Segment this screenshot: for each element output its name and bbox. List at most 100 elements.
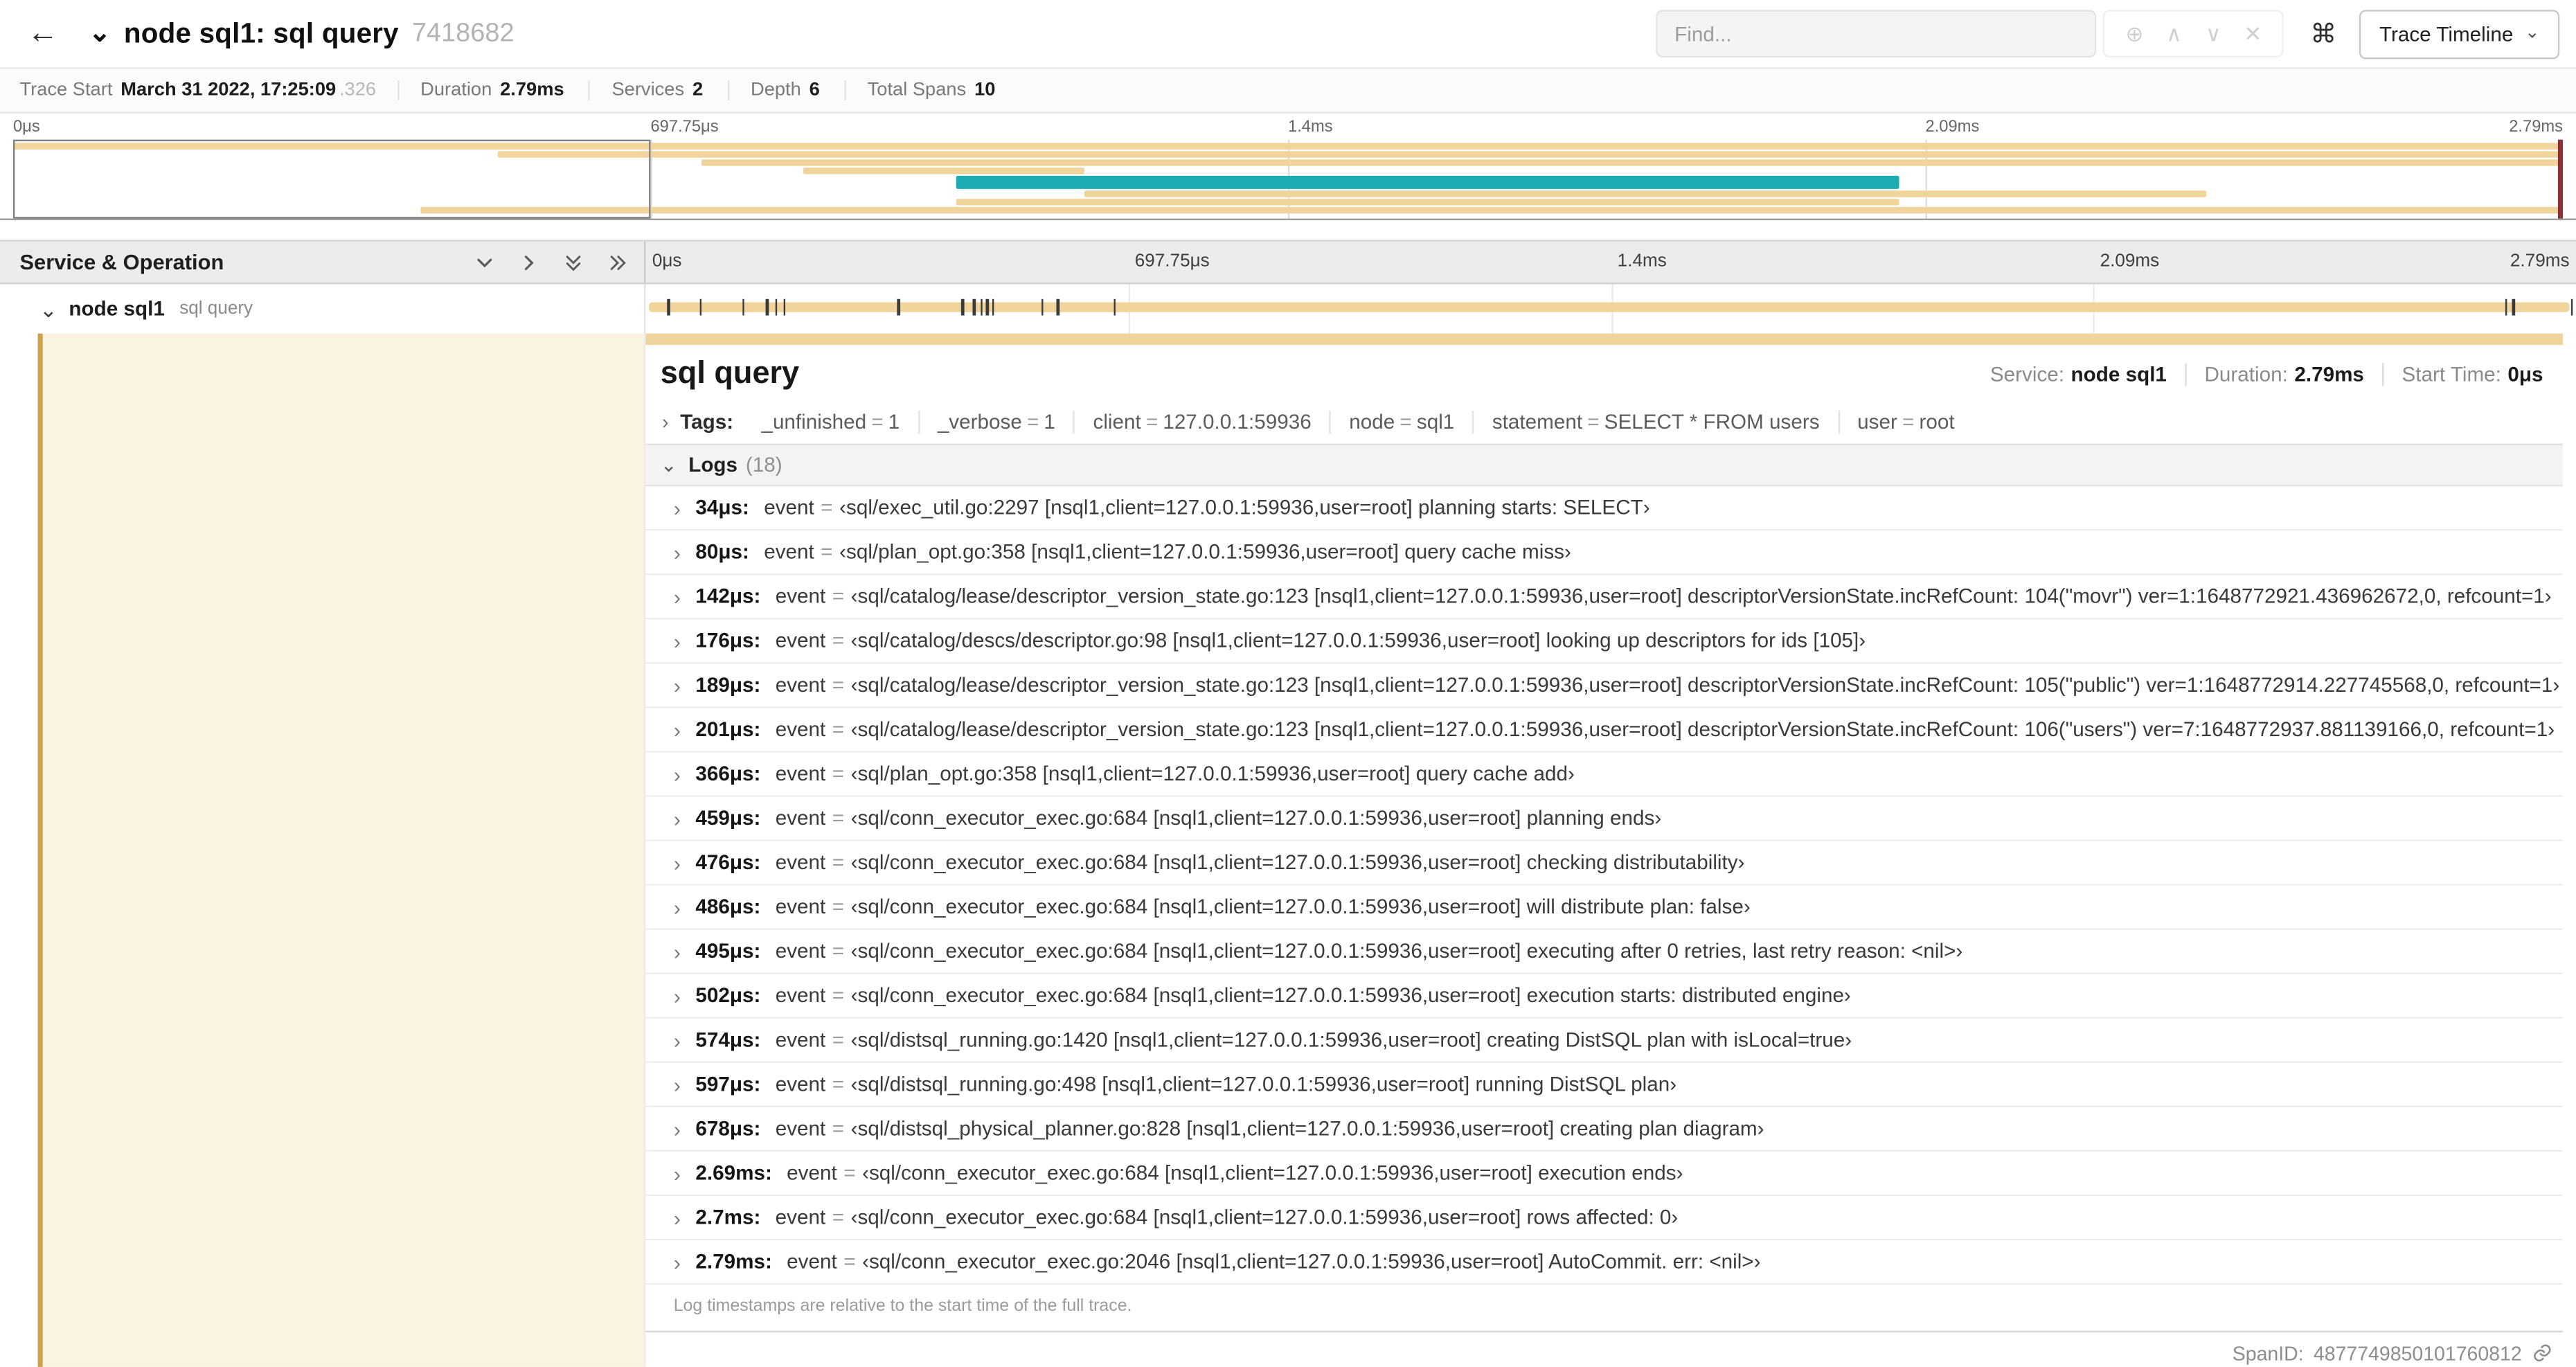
minimap[interactable]	[12, 139, 2564, 219]
span-detail-column: sql query Service: node sql1 Duration: 2.79…	[645, 333, 2576, 1367]
chevron-right-icon: ›	[673, 938, 681, 964]
minimap-span	[956, 175, 1900, 189]
log-entry[interactable]: › 574μs: event = ‹sql/distsql_running.go…	[645, 1019, 2564, 1063]
equals-sign: =	[1145, 411, 1159, 434]
span-meta-item: Service: node sql1	[1989, 363, 2167, 386]
tag-item: _verbose = 1	[918, 411, 1073, 434]
log-entry[interactable]: › 142μs: event = ‹sql/catalog/lease/desc…	[645, 575, 2564, 620]
chevron-right-icon: ›	[673, 1161, 681, 1186]
logs-title: Logs	[688, 453, 738, 477]
span-log-tick	[961, 298, 965, 316]
span-meta-item: Start Time: 0μs	[2382, 363, 2546, 386]
service-operation-title: Service & Operation	[19, 249, 224, 275]
span-service-name: node sql1	[69, 297, 165, 321]
span-bar[interactable]	[649, 302, 2570, 312]
log-entry[interactable]: › 502μs: event = ‹sql/conn_executor_exec…	[645, 974, 2564, 1019]
logs-toggle[interactable]: ⌄ Logs (18)	[645, 443, 2564, 487]
chevron-right-icon: ›	[673, 850, 681, 875]
log-entry[interactable]: › 597μs: event = ‹sql/distsql_running.go…	[645, 1063, 2564, 1108]
log-field-key: event	[787, 1161, 837, 1185]
log-entry[interactable]: › 34μs: event = ‹sql/exec_util.go:2297 […	[645, 486, 2564, 531]
span-log-tick	[973, 298, 976, 316]
span-name-cell[interactable]: ⌄ node sql1 sql query	[0, 284, 646, 334]
chevron-down-icon: ⌄	[89, 19, 111, 47]
timeline-tick-label: 2.79ms	[2510, 251, 2570, 271]
span-log-tick	[765, 298, 769, 316]
log-entry[interactable]: › 459μs: event = ‹sql/conn_executor_exec…	[645, 797, 2564, 841]
minimap-scrubber[interactable]	[2557, 139, 2564, 219]
span-detail-card: sql query Service: node sql1 Duration: 2.79…	[645, 345, 2564, 1333]
find-input[interactable]	[1656, 10, 2097, 58]
span-log-tick	[991, 298, 994, 316]
log-field-value: ‹sql/distsql_running.go:498 [nsql1,clien…	[850, 1073, 1677, 1096]
log-timestamp: 201μs:	[695, 717, 761, 741]
span-log-tick	[986, 298, 990, 316]
log-field-value: ‹sql/exec_util.go:2297 [nsql1,client=127…	[839, 496, 1650, 519]
chevron-down-icon: ⌄	[660, 453, 677, 477]
log-timestamp: 459μs:	[695, 806, 761, 830]
equals-sign: =	[832, 1028, 845, 1052]
log-field-value: ‹sql/conn_executor_exec.go:684 [nsql1,cl…	[850, 940, 1963, 963]
trace-timeline-page: ← ⌄ node sql1: sql query 7418682 ⊕ ∧ ∨ ✕…	[0, 0, 2576, 1367]
log-field-value: ‹sql/conn_executor_exec.go:684 [nsql1,cl…	[850, 984, 1851, 1008]
log-field-value: ‹sql/plan_opt.go:358 [nsql1,client=127.0…	[839, 540, 1571, 564]
log-entry[interactable]: › 189μs: event = ‹sql/catalog/lease/desc…	[645, 663, 2564, 708]
minimap-selection[interactable]	[12, 139, 651, 219]
equals-sign: =	[832, 1117, 845, 1141]
log-field-key: event	[775, 1073, 826, 1096]
span-id-footer: SpanID: 4877749850101760812	[645, 1332, 2563, 1367]
tags-label: Tags:	[680, 411, 734, 434]
chevron-right-icon: ›	[673, 1027, 681, 1053]
log-field-key: event	[775, 1117, 826, 1141]
log-entry[interactable]: › 176μs: event = ‹sql/catalog/descs/desc…	[645, 619, 2564, 664]
log-field-key: event	[775, 850, 826, 875]
chevron-down-icon[interactable]: ⌄	[39, 298, 57, 320]
tags-toggle[interactable]: › Tags:	[662, 411, 733, 434]
trace-view-select[interactable]: Trace Timeline ⌄	[2359, 9, 2560, 59]
equals-sign: =	[832, 762, 845, 786]
log-entry[interactable]: › 2.7ms: event = ‹sql/conn_executor_exec…	[645, 1196, 2564, 1241]
equals-sign: =	[1587, 411, 1600, 434]
back-button[interactable]: ←	[17, 8, 69, 60]
log-field-value: ‹sql/catalog/lease/descriptor_version_st…	[850, 584, 2552, 608]
log-entry[interactable]: › 476μs: event = ‹sql/conn_executor_exec…	[645, 841, 2564, 886]
log-field-key: event	[775, 984, 826, 1008]
span-color-accent-column	[37, 333, 645, 1367]
chevron-down-icon[interactable]	[475, 252, 494, 271]
chevron-right-icon[interactable]	[519, 252, 539, 271]
log-entry[interactable]: › 678μs: event = ‹sql/distsql_physical_p…	[645, 1107, 2564, 1152]
log-entry[interactable]: › 2.79ms: event = ‹sql/conn_executor_exe…	[645, 1240, 2564, 1285]
trace-collapse-button[interactable]: ⌄	[89, 8, 111, 60]
log-field-value: ‹sql/plan_opt.go:358 [nsql1,client=127.0…	[850, 762, 1575, 786]
log-entry[interactable]: › 80μs: event = ‹sql/plan_opt.go:358 [ns…	[645, 530, 2564, 575]
log-field-key: event	[764, 540, 814, 564]
locate-icon[interactable]: ⊕	[2115, 23, 2154, 44]
trace-id: 7418682	[411, 19, 515, 47]
chevron-right-icon: ›	[673, 1072, 681, 1097]
log-entry[interactable]: › 2.69ms: event = ‹sql/conn_executor_exe…	[645, 1152, 2564, 1197]
equals-sign: =	[832, 940, 845, 963]
log-entry[interactable]: › 486μs: event = ‹sql/conn_executor_exec…	[645, 886, 2564, 930]
chevron-right-icon: ›	[673, 539, 681, 564]
find-next-chevron-down-icon[interactable]: ∨	[2194, 23, 2233, 44]
log-field-value: ‹sql/conn_executor_exec.go:684 [nsql1,cl…	[862, 1161, 1683, 1185]
double-chevron-right-icon[interactable]	[608, 252, 627, 271]
timeline-tick-row: 0μs 697.75μs 1.4ms 2.09ms 2.79ms	[645, 242, 2576, 283]
log-timestamp: 2.69ms:	[695, 1161, 772, 1185]
find-clear-icon[interactable]: ✕	[2233, 23, 2273, 44]
double-chevron-down-icon[interactable]	[564, 252, 583, 271]
log-entry[interactable]: › 201μs: event = ‹sql/catalog/lease/desc…	[645, 708, 2564, 753]
span-log-tick	[699, 298, 702, 316]
log-entry[interactable]: › 495μs: event = ‹sql/conn_executor_exec…	[645, 930, 2564, 974]
span-log-tick	[897, 298, 900, 316]
log-timestamp: 502μs:	[695, 984, 761, 1008]
find-prev-chevron-up-icon[interactable]: ∧	[2154, 23, 2194, 44]
chevron-right-icon: ›	[662, 411, 669, 434]
log-entry[interactable]: › 366μs: event = ‹sql/plan_opt.go:358 [n…	[645, 753, 2564, 797]
log-field-value: ‹sql/conn_executor_exec.go:684 [nsql1,cl…	[850, 850, 1745, 875]
chevron-right-icon: ›	[673, 1116, 681, 1141]
copy-link-icon[interactable]	[2532, 1342, 2553, 1364]
log-timestamp: 142μs:	[695, 584, 761, 608]
equals-sign: =	[832, 584, 845, 608]
keyboard-shortcuts-button[interactable]: ⌘	[2300, 14, 2346, 53]
